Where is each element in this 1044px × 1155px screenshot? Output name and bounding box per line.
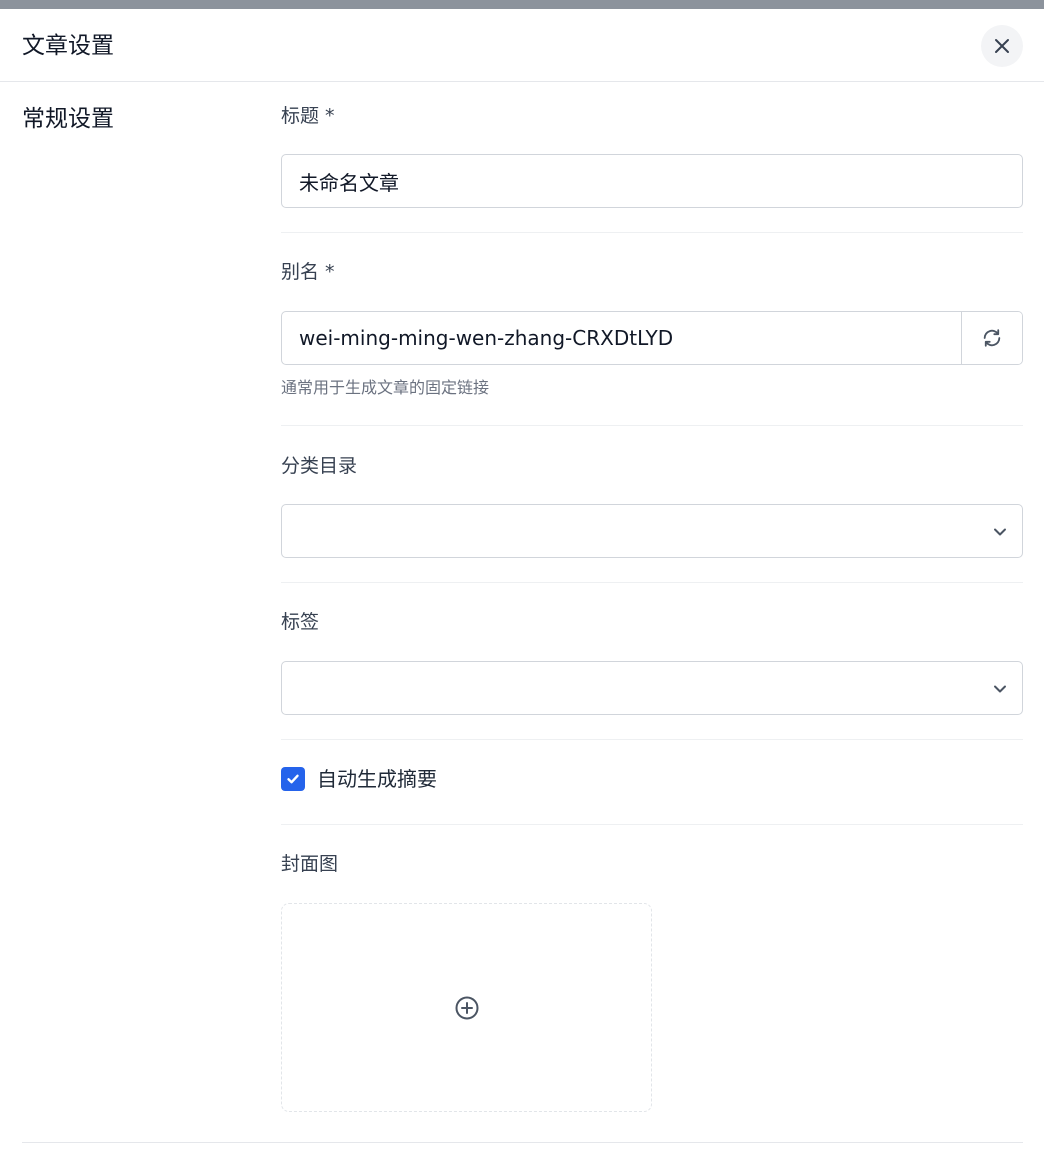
close-button[interactable]	[981, 25, 1023, 67]
divider	[281, 232, 1023, 233]
divider	[281, 582, 1023, 583]
auto-excerpt-label: 自动生成摘要	[317, 767, 437, 791]
window-top-strip	[0, 0, 1044, 9]
auto-excerpt-checkbox[interactable]	[281, 767, 305, 791]
cover-upload-area[interactable]	[281, 903, 652, 1112]
chevron-down-icon	[994, 685, 1006, 693]
divider	[281, 824, 1023, 825]
divider	[281, 425, 1023, 426]
check-icon	[287, 774, 299, 784]
cover-label: 封面图	[281, 853, 339, 875]
refresh-icon	[983, 329, 1001, 347]
title-input[interactable]	[281, 154, 1023, 208]
slug-input[interactable]	[282, 312, 961, 364]
category-select[interactable]	[281, 504, 1023, 558]
tags-label: 标签	[281, 611, 320, 633]
section-title-general: 常规设置	[22, 106, 114, 132]
plus-circle-icon	[455, 996, 478, 1019]
divider	[281, 739, 1023, 740]
chevron-down-icon	[994, 528, 1006, 536]
footer-divider	[22, 1142, 1023, 1143]
slug-label: 别名 *	[281, 261, 335, 283]
slug-input-group	[281, 311, 1023, 365]
category-label: 分类目录	[281, 455, 358, 477]
auto-excerpt-option[interactable]: 自动生成摘要	[281, 765, 437, 793]
close-icon	[995, 39, 1009, 53]
slug-help-text: 通常用于生成文章的固定链接	[281, 378, 490, 397]
regenerate-slug-button[interactable]	[961, 312, 1022, 364]
modal-title: 文章设置	[22, 33, 114, 59]
tags-select[interactable]	[281, 661, 1023, 715]
modal-header: 文章设置	[0, 9, 1044, 82]
title-label: 标题 *	[281, 105, 335, 127]
